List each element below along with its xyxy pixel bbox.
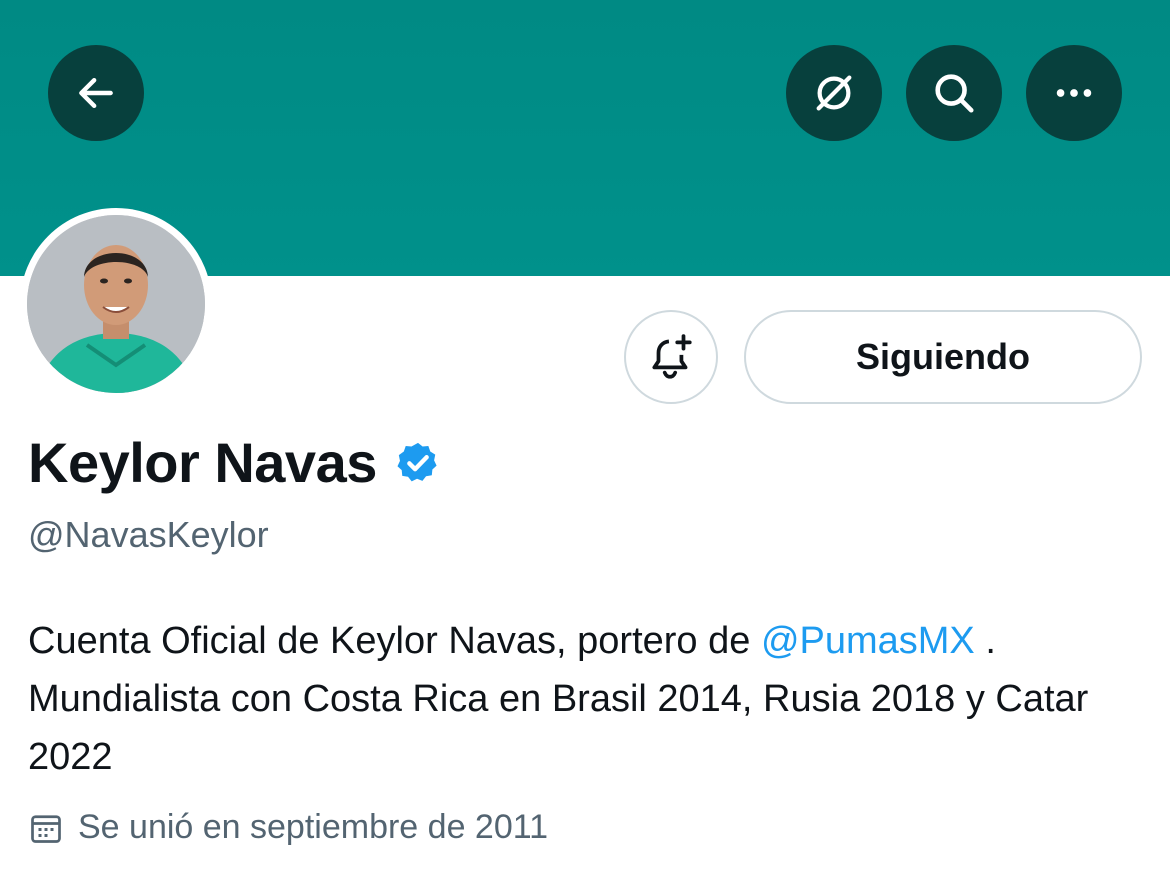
grok-button[interactable] xyxy=(786,45,882,141)
profile-name-row: Keylor Navas xyxy=(28,430,441,495)
following-button[interactable]: Siguiendo xyxy=(744,310,1142,404)
profile-handle: @NavasKeylor xyxy=(28,514,269,555)
bell-plus-icon xyxy=(652,334,692,379)
verified-badge-icon[interactable] xyxy=(395,440,441,486)
more-icon xyxy=(1056,89,1092,97)
join-date: Se unió en septiembre de 2011 xyxy=(28,808,548,847)
profile-bio: Cuenta Oficial de Keylor Navas, portero … xyxy=(28,612,1138,786)
notifications-button[interactable] xyxy=(624,310,718,404)
bio-mention-link[interactable]: @PumasMX xyxy=(761,620,975,662)
grok-icon xyxy=(816,75,852,111)
arrow-left-icon xyxy=(79,77,113,109)
avatar-photo xyxy=(27,215,205,393)
profile-name: Keylor Navas xyxy=(28,431,377,494)
back-button[interactable] xyxy=(48,45,144,141)
join-date-text: Se unió en septiembre de 2011 xyxy=(78,808,549,846)
avatar[interactable] xyxy=(20,208,212,400)
bio-text: Cuenta Oficial de Keylor Navas, portero … xyxy=(28,620,761,662)
calendar-icon xyxy=(31,814,61,843)
search-button[interactable] xyxy=(906,45,1002,141)
search-icon xyxy=(935,74,974,113)
more-button[interactable] xyxy=(1026,45,1122,141)
